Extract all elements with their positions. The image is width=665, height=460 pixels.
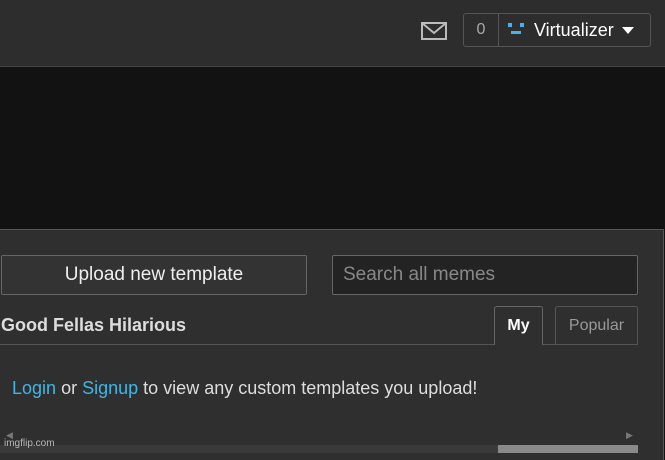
upload-template-button[interactable]: Upload new template xyxy=(1,255,307,295)
tab-divider xyxy=(543,344,555,345)
scroll-right-icon[interactable]: ▶ xyxy=(626,430,633,441)
template-panel: Upload new template Good Fellas Hilariou… xyxy=(0,229,664,460)
user-menu-button[interactable]: Virtualizer xyxy=(498,13,651,47)
scrollbar-thumb[interactable] xyxy=(498,445,638,453)
top-bar: 0 Virtualizer xyxy=(0,0,665,67)
watermark: imgflip.com xyxy=(4,438,55,449)
username: Virtualizer xyxy=(534,19,614,40)
tab-divider xyxy=(0,344,494,345)
chevron-down-icon xyxy=(621,26,634,34)
tab-popular[interactable]: Popular xyxy=(555,306,638,345)
or-text: or xyxy=(61,378,78,398)
login-link[interactable]: Login xyxy=(12,378,56,398)
search-input[interactable] xyxy=(332,255,638,295)
login-prompt: Login or Signup to view any custom templ… xyxy=(12,378,477,399)
tab-my[interactable]: My xyxy=(494,306,543,345)
panel-title: Good Fellas Hilarious xyxy=(1,315,187,335)
mail-icon[interactable] xyxy=(420,20,448,42)
notification-count[interactable]: 0 xyxy=(463,13,499,47)
avatar-icon xyxy=(508,23,526,37)
signup-link[interactable]: Signup xyxy=(82,378,138,398)
message-text: to view any custom templates you upload! xyxy=(143,378,478,398)
